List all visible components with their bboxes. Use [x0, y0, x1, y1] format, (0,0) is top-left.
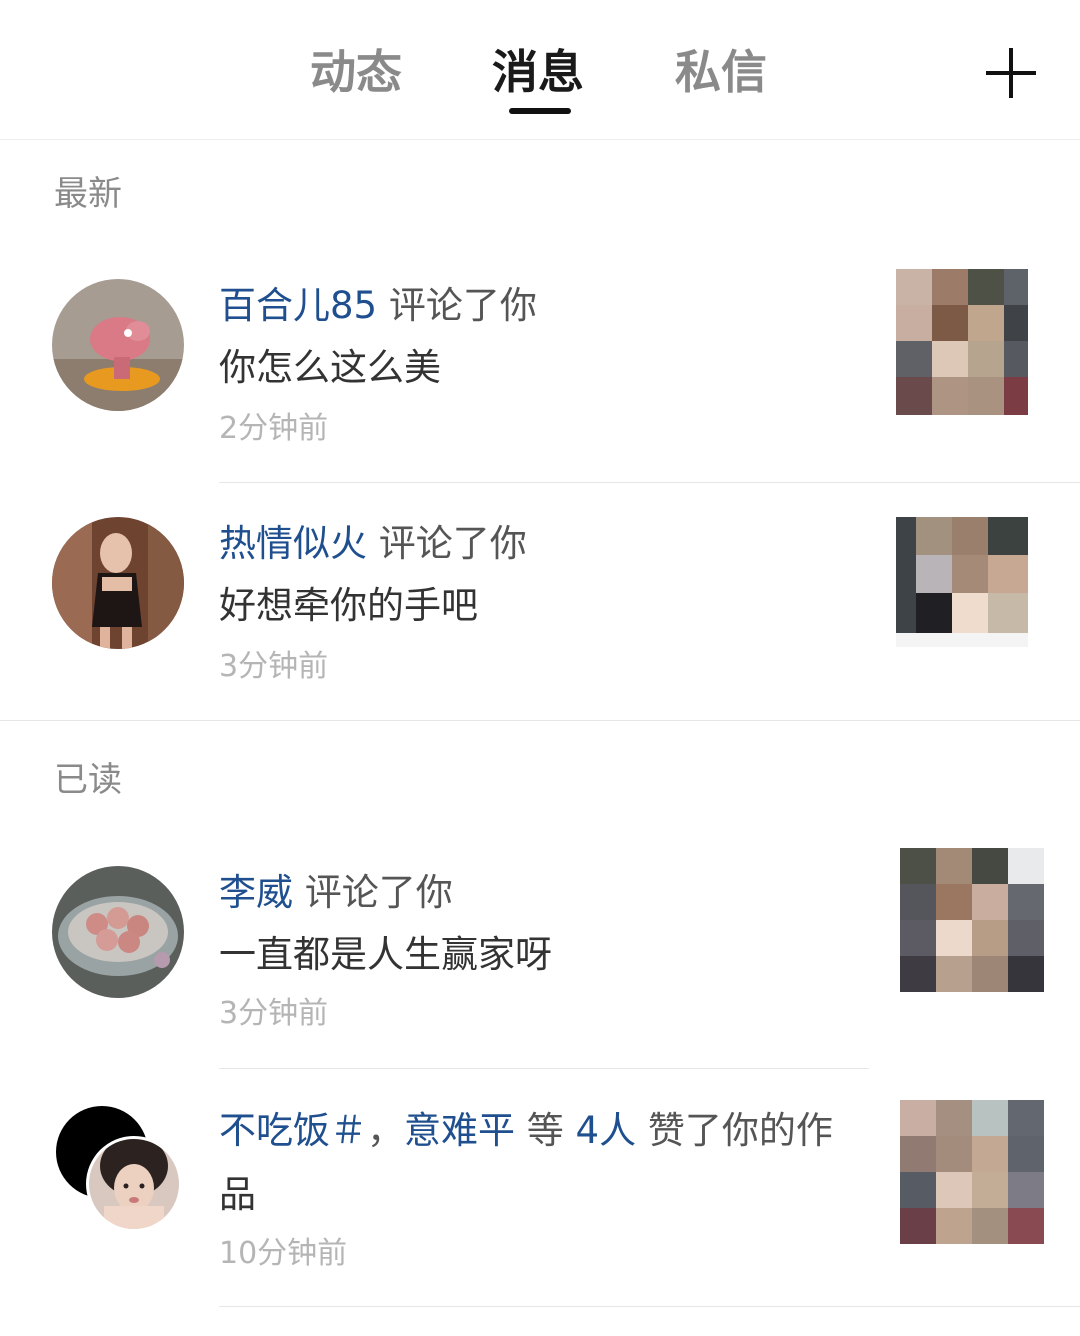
notification-item[interactable]: 不吃饭＃，意难平 等 4人 赞了你的作 品 10分钟前: [0, 1070, 1080, 1308]
notification-title: 热情似火 评论了你: [219, 521, 527, 567]
avatar-stack[interactable]: [56, 1106, 182, 1232]
username[interactable]: 百合儿85: [219, 284, 377, 327]
action-text: 评论了你: [388, 284, 537, 327]
comment-text: 好想牵你的手吧: [219, 584, 478, 627]
username[interactable]: 意难平: [404, 1109, 515, 1152]
username[interactable]: 李威: [219, 871, 293, 914]
notification-item[interactable]: 百合儿85 评论了你 你怎么这么美 2分钟前: [0, 245, 1080, 483]
top-tab-bar: 动态 消息 私信: [0, 0, 1080, 140]
timestamp: 3分钟前: [219, 996, 329, 1031]
timestamp: 2分钟前: [219, 411, 329, 446]
section-divider: [0, 720, 1080, 721]
notification-title: 不吃饭＃，意难平 等 4人 赞了你的作: [219, 1108, 833, 1154]
comment-text: 一直都是人生赢家呀: [219, 933, 552, 976]
avatar[interactable]: [52, 279, 184, 411]
action-text: 评论了你: [304, 871, 453, 914]
comment-text: 你怎么这么美: [219, 346, 441, 389]
tab-activity[interactable]: 动态: [310, 42, 402, 102]
post-thumbnail[interactable]: [900, 1100, 1044, 1244]
tab-messages[interactable]: 消息: [492, 42, 584, 102]
action-text: 赞了你的作: [647, 1109, 833, 1152]
divider: [219, 1068, 869, 1069]
avatar[interactable]: [52, 517, 184, 649]
action-text: 等: [526, 1109, 564, 1152]
post-thumbnail[interactable]: [896, 517, 1028, 647]
action-text-continued: 品: [219, 1173, 256, 1216]
notification-item[interactable]: 热情似火 评论了你 好想牵你的手吧 3分钟前: [0, 483, 1080, 721]
post-thumbnail[interactable]: [896, 269, 1028, 415]
section-title-latest: 最新: [54, 174, 122, 214]
tab-private-messages[interactable]: 私信: [675, 42, 767, 102]
notification-item[interactable]: 李威 评论了你 一直都是人生赢家呀 3分钟前: [0, 832, 1080, 1070]
action-text: 评论了你: [378, 522, 527, 565]
post-thumbnail[interactable]: [900, 848, 1044, 992]
avatar: [86, 1136, 182, 1232]
section-title-read: 已读: [54, 760, 122, 800]
like-count[interactable]: 4人: [576, 1109, 637, 1152]
timestamp: 3分钟前: [219, 649, 329, 684]
username[interactable]: 不吃饭＃: [219, 1109, 367, 1152]
username[interactable]: 热情似火: [219, 522, 367, 565]
notification-title: 李威 评论了你: [219, 870, 453, 916]
notification-title: 百合儿85 评论了你: [219, 283, 537, 329]
plus-icon[interactable]: [984, 46, 1038, 100]
avatar[interactable]: [52, 866, 184, 998]
timestamp: 10分钟前: [219, 1236, 348, 1271]
divider: [219, 1306, 1080, 1307]
separator: ，: [367, 1109, 404, 1152]
active-tab-indicator: [509, 108, 571, 114]
